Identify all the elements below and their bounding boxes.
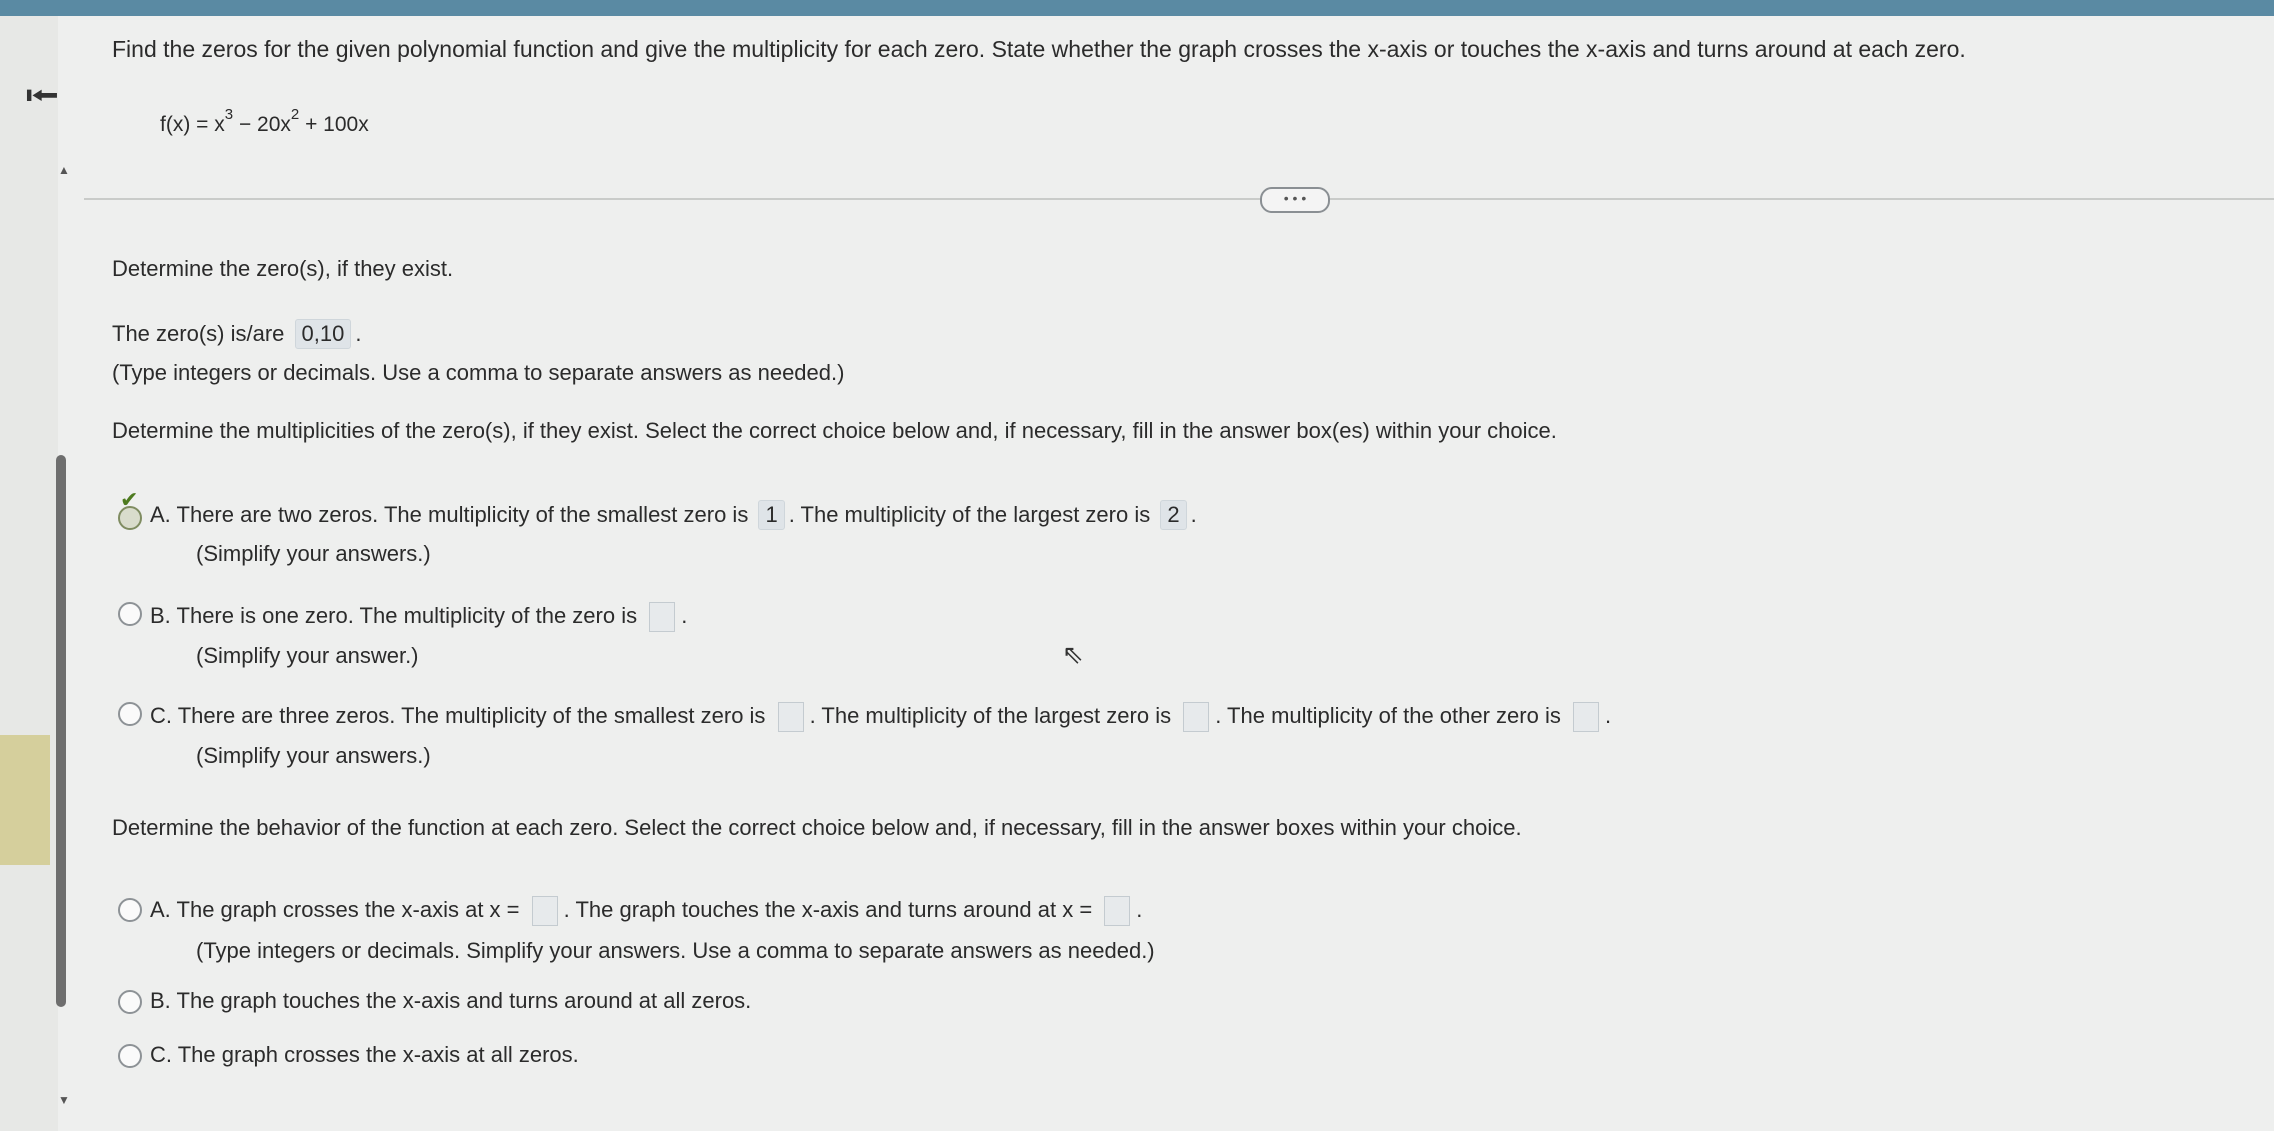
behavior-choice-c[interactable]: C. The graph crosses the x-axis at all z… xyxy=(150,1042,579,1068)
behavior-choice-a-radio[interactable] xyxy=(118,898,142,922)
multiplicity-choice-a-radio[interactable] xyxy=(118,506,142,530)
part2-heading: Determine the multiplicities of the zero… xyxy=(112,418,1557,443)
multiplicity-choice-a-note: (Simplify your answers.) xyxy=(196,541,431,566)
choice-text: There is one zero. The multiplicity of t… xyxy=(176,602,638,628)
part3-heading: Determine the behavior of the function a… xyxy=(112,815,1522,840)
part1-heading: Determine the zero(s), if they exist. xyxy=(112,256,454,281)
touches-at-box[interactable] xyxy=(1104,896,1131,926)
top-bar xyxy=(0,0,2274,16)
choice-text: . xyxy=(1136,896,1143,922)
function-expression: f(x) = x3 − 20x2 + 100x xyxy=(160,106,369,137)
question-prompt: Find the zeros for the given polynomial … xyxy=(112,36,1966,62)
choice-text: The graph crosses the x-axis at x = xyxy=(176,896,520,922)
behavior-choice-a-note: (Type integers or decimals. Simplify you… xyxy=(196,938,1155,963)
zeros-answer-box[interactable]: 0,10 xyxy=(294,319,352,349)
behavior-choice-a[interactable]: A. The graph crosses the x-axis at x = .… xyxy=(150,896,1142,926)
crosses-at-box[interactable] xyxy=(531,896,558,926)
choice-letter: A. xyxy=(150,896,171,922)
multiplicity-choice-c[interactable]: C. There are three zeros. The multiplici… xyxy=(150,702,1611,732)
back-arrow-icon[interactable]: ⭰ xyxy=(12,70,72,120)
scroll-up-icon[interactable]: ▲ xyxy=(58,163,70,177)
choice-text: The graph crosses the x-axis at all zero… xyxy=(177,1042,579,1067)
behavior-choice-b-radio[interactable] xyxy=(118,990,142,1014)
smallest-zero-multiplicity-box[interactable]: 1 xyxy=(758,500,785,530)
choice-letter: C. xyxy=(150,702,172,728)
choice-text: . xyxy=(681,602,688,628)
mouse-cursor-icon: ⇖ xyxy=(1062,640,1084,670)
choice-text: There are two zeros. The multiplicity of… xyxy=(176,502,749,527)
function-exp-3: 3 xyxy=(224,106,234,123)
scroll-down-icon[interactable]: ▼ xyxy=(58,1093,70,1107)
part1-answer-prefix: The zero(s) is/are xyxy=(112,321,285,346)
other-zero-box[interactable] xyxy=(1572,702,1599,732)
largest-zero-box[interactable] xyxy=(1183,702,1210,732)
choice-text: . The multiplicity of the largest zero i… xyxy=(809,702,1172,728)
choice-text: . xyxy=(1604,702,1612,728)
part1-answer-suffix: . xyxy=(355,321,362,346)
choice-text: . The multiplicity of the largest zero i… xyxy=(788,502,1151,527)
multiplicity-choice-b[interactable]: B. There is one zero. The multiplicity o… xyxy=(150,602,687,632)
multiplicity-choice-c-radio[interactable] xyxy=(118,702,142,726)
choice-letter: B. xyxy=(150,988,171,1013)
left-gutter xyxy=(0,16,58,1131)
multiplicity-choice-b-note: (Simplify your answer.) xyxy=(196,643,419,668)
smallest-zero-box[interactable] xyxy=(777,702,804,732)
largest-zero-multiplicity-box[interactable]: 2 xyxy=(1160,500,1187,530)
part1-hint: (Type integers or decimals. Use a comma … xyxy=(112,360,845,385)
choice-text: . The multiplicity of the other zero is xyxy=(1215,702,1561,728)
more-button[interactable]: • • • xyxy=(1260,187,1330,213)
scrollbar[interactable] xyxy=(56,455,66,1007)
choice-letter: A. xyxy=(150,502,171,527)
function-lhs: f(x) = x xyxy=(160,113,225,136)
choice-text: . xyxy=(1190,502,1197,527)
function-mid: − 20x xyxy=(233,113,291,136)
function-rhs: + 100x xyxy=(299,113,369,136)
behavior-choice-b[interactable]: B. The graph touches the x-axis and turn… xyxy=(150,988,751,1014)
part1-answer-line: The zero(s) is/are 0,10. xyxy=(112,319,361,349)
choice-letter: C. xyxy=(150,1042,172,1067)
function-exp-2: 2 xyxy=(290,106,300,123)
multiplicity-choice-b-radio[interactable] xyxy=(118,602,142,626)
multiplicity-choice-a[interactable]: A. There are two zeros. The multiplicity… xyxy=(150,500,1197,530)
multiplicity-choice-c-note: (Simplify your answers.) xyxy=(196,743,431,768)
section-divider xyxy=(84,198,2274,200)
choice-letter: B. xyxy=(150,602,171,628)
zero-multiplicity-box[interactable] xyxy=(649,602,676,632)
choice-text: . The graph touches the x-axis and turns… xyxy=(563,896,1093,922)
choice-text: There are three zeros. The multiplicity … xyxy=(177,702,766,728)
choice-text: The graph touches the x-axis and turns a… xyxy=(176,988,752,1013)
behavior-choice-c-radio[interactable] xyxy=(118,1044,142,1068)
side-highlight xyxy=(0,735,50,865)
